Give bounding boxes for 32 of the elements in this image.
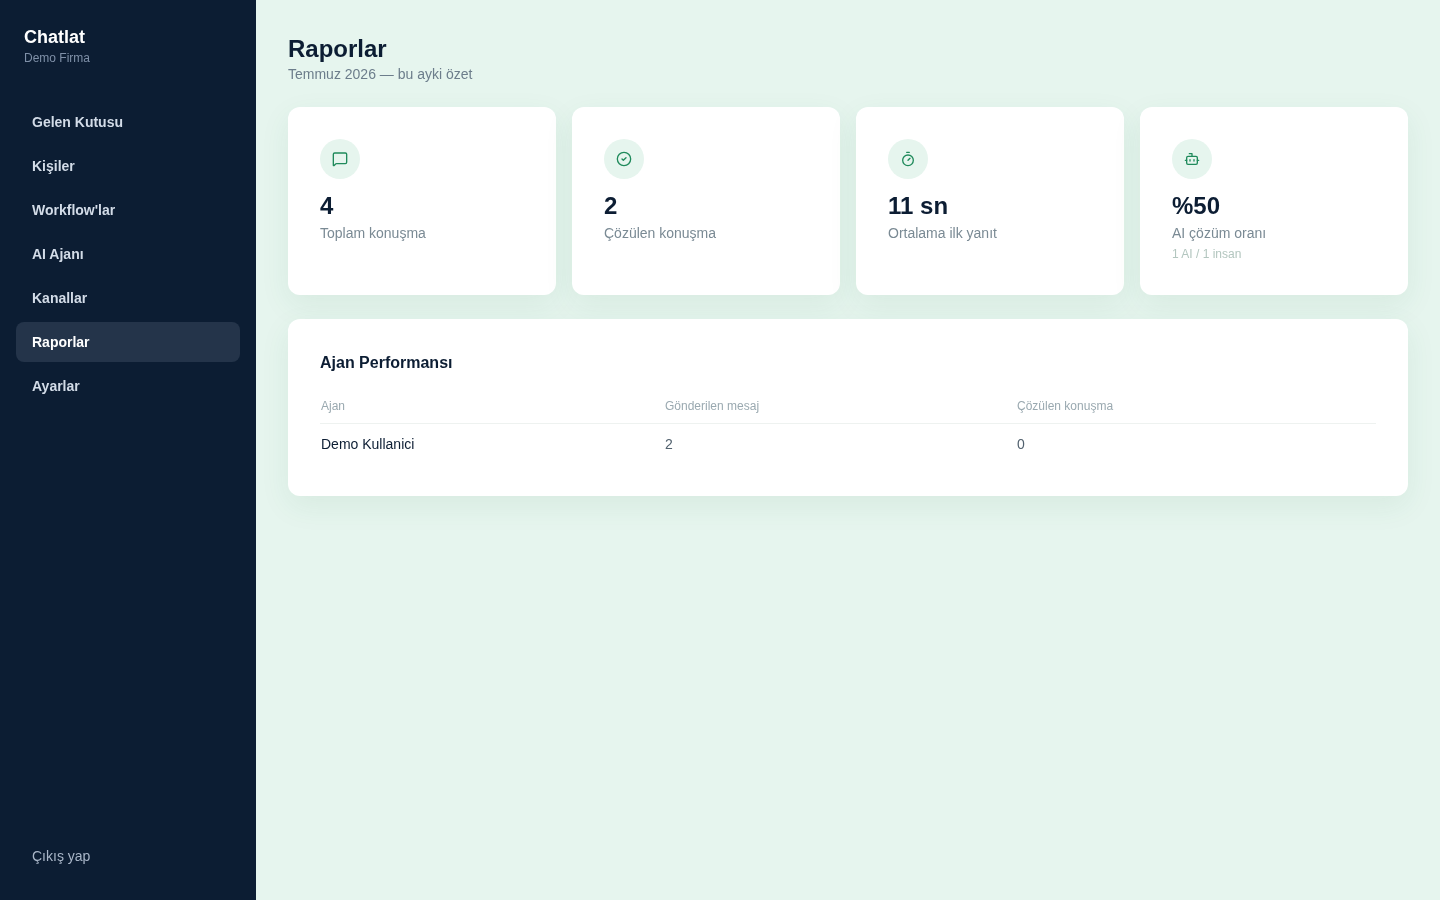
stat-note: 1 AI / 1 insan — [1172, 246, 1242, 262]
stat-value: 2 — [604, 191, 618, 221]
nav-item[interactable]: AI Ajanı — [16, 234, 240, 274]
table-title: Ajan Performansı — [320, 353, 453, 373]
table-cell: 2 — [664, 423, 1016, 464]
stat-value: 11 sn — [888, 191, 949, 221]
check-circle-icon — [604, 139, 644, 179]
stopwatch-icon — [888, 139, 928, 179]
nav-item[interactable]: Kanallar — [16, 278, 240, 318]
page-title: Raporlar — [288, 34, 387, 64]
brand-name: Chatlat — [24, 26, 85, 49]
page-subtitle: Temmuz 2026 — bu ayki özet — [288, 65, 473, 83]
robot-icon — [1172, 139, 1212, 179]
table-cell: 0 — [1016, 423, 1376, 464]
table-cell: Demo Kullanici — [320, 423, 664, 464]
nav-item[interactable]: Raporlar — [16, 322, 240, 362]
column-header: Gönderilen mesaj — [664, 398, 1016, 424]
stat-label: AI çözüm oranı — [1172, 224, 1267, 243]
stat-label: Çözülen konuşma — [604, 224, 717, 243]
stat-value: %50 — [1172, 191, 1221, 221]
chat-bubble-icon — [320, 139, 360, 179]
logout-button[interactable]: Çıkış yap — [16, 836, 240, 876]
nav-item[interactable]: Ayarlar — [16, 366, 240, 406]
stat-label: Toplam konuşma — [320, 224, 426, 243]
column-header: Ajan — [320, 398, 664, 424]
company-name: Demo Firma — [24, 50, 90, 66]
column-header: Çözülen konuşma — [1016, 398, 1376, 424]
nav-item[interactable]: Workflow'lar — [16, 190, 240, 230]
stat-label: Ortalama ilk yanıt — [888, 224, 997, 243]
nav-item[interactable]: Kişiler — [16, 146, 240, 186]
nav-item[interactable]: Gelen Kutusu — [16, 102, 240, 142]
stat-value: 4 — [320, 191, 334, 221]
